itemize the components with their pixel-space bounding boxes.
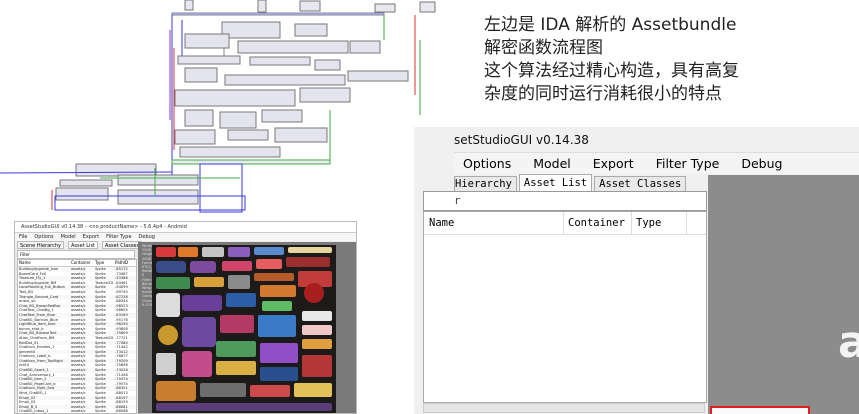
column-container[interactable]: Container: [568, 217, 625, 229]
menu-debug[interactable]: Debug: [741, 156, 782, 171]
ida-flowchart-graph: [0, 0, 436, 213]
asset-list-header: Name Container Type: [424, 212, 706, 235]
menu-options[interactable]: Options: [463, 156, 511, 171]
cell-name: ChatBG_Inbox_1: [19, 409, 49, 414]
window-title: setStudioGUI v0.14.38: [454, 133, 589, 147]
caption-text: 左边是 IDA 解析的 Assetbundle 解密函数流程图 这个算法经过精心…: [484, 14, 854, 106]
caption-line-1: 左边是 IDA 解析的 Assetbundle: [484, 15, 737, 35]
menu-export[interactable]: Export: [83, 233, 99, 241]
menu-model[interactable]: Model: [61, 233, 76, 241]
menu-model[interactable]: Model: [533, 156, 571, 171]
tab-asset-classes[interactable]: Asset Classes: [594, 176, 687, 191]
menu-filter-type[interactable]: Filter Type: [106, 233, 131, 241]
column-container[interactable]: Container: [71, 260, 95, 266]
menu-options[interactable]: Options: [34, 233, 53, 241]
column-divider[interactable]: [686, 212, 687, 234]
cell-pathid: -86068: [115, 409, 128, 414]
cell-container: assets/c: [71, 409, 86, 414]
caption-line-4: 杂度的同时运行消耗很小的特点: [484, 84, 722, 104]
table-row[interactable]: ChatBG_Inbox_1 assets/c Sprite -86068: [18, 409, 136, 414]
column-name[interactable]: Name: [429, 217, 454, 229]
highlighted-export-item[interactable]: [710, 406, 810, 414]
column-name[interactable]: Name: [18, 260, 71, 266]
filter-input-text: r: [454, 194, 461, 207]
menu-file[interactable]: File: [19, 233, 27, 241]
cell-type: Sprite: [95, 409, 106, 414]
caption-line-2: 解密函数流程图: [484, 38, 603, 58]
tab-scene-hierarchy[interactable]: Hierarchy: [454, 176, 517, 191]
tab-asset-classes[interactable]: Asset Classes: [102, 241, 143, 249]
column-pathid[interactable]: PathID: [115, 260, 135, 266]
menu-export[interactable]: Export: [593, 156, 634, 171]
window-title: AssetStudioGUI v0.14.38 - <no productNam…: [15, 222, 356, 233]
menu-filter-type[interactable]: Filter Type: [656, 156, 720, 171]
asset-list: Name Container Type PathID BuildingUpgra…: [17, 259, 137, 414]
column-type[interactable]: Type: [95, 260, 115, 266]
preview-letter: a: [838, 317, 859, 368]
asset-list: Name Container Type: [423, 211, 707, 403]
tab-asset-list[interactable]: Asset List: [518, 174, 593, 191]
menu-bar: Options Model Export Filter Type Debug: [454, 152, 859, 174]
horizontal-scrollbar[interactable]: [423, 403, 705, 413]
filter-input[interactable]: Filter: [17, 250, 135, 259]
column-divider[interactable]: [631, 212, 632, 234]
menu-debug[interactable]: Debug: [139, 233, 155, 241]
preview-pane: [708, 175, 859, 414]
assetstudio-small-window: AssetStudioGUI v0.14.38 - <no productNam…: [14, 221, 357, 414]
texture-preview-pane: Width: 2048Height: 2048Format: ETC2_RGBA…: [138, 242, 356, 413]
tab-scene-hierarchy[interactable]: Scene Hierarchy: [17, 241, 65, 249]
caption-line-3: 这个算法经过精心构造，具有高复: [484, 61, 739, 81]
assetstudio-large-window: setStudioGUI v0.14.38 Options Model Expo…: [414, 127, 859, 414]
column-divider[interactable]: [563, 212, 564, 234]
sprite-atlas-image: [152, 245, 336, 413]
column-type[interactable]: Type: [636, 217, 661, 229]
tab-asset-list[interactable]: Asset List: [68, 241, 99, 249]
asset-list-header: Name Container Type PathID: [18, 260, 136, 267]
tab-bar: Hierarchy Asset List Asset Classes: [454, 174, 708, 191]
filter-input[interactable]: r: [423, 191, 707, 211]
asset-list-rows: BuildingUpgrade_Icon assets/c Sprite -85172…: [18, 267, 136, 414]
menu-bar: File Options Model Export Filter Type De…: [15, 233, 356, 241]
